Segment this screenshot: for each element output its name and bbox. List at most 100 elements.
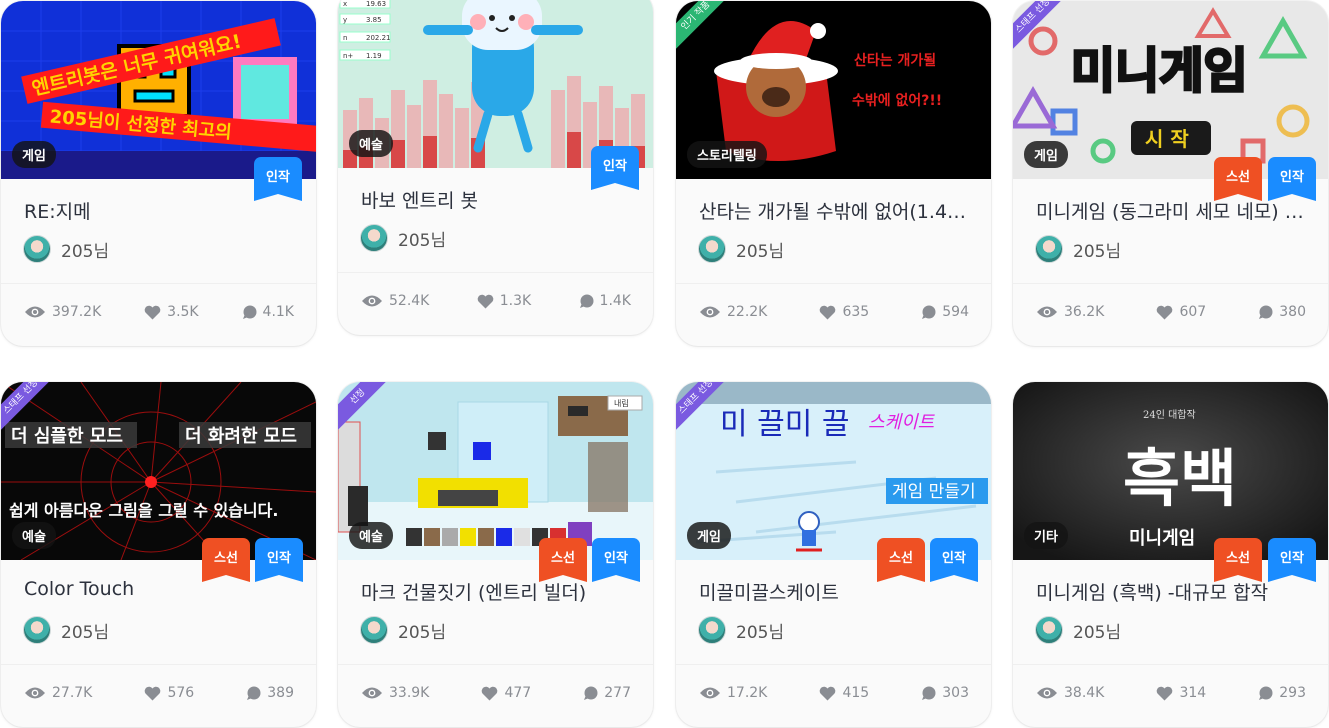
project-title[interactable]: RE:지메 bbox=[24, 197, 296, 224]
author[interactable]: 205님 bbox=[1035, 616, 1121, 644]
author[interactable]: 205님 bbox=[23, 616, 109, 644]
heart-icon bbox=[145, 686, 161, 700]
thumb-text: 미니게임 bbox=[1071, 43, 1248, 99]
thumb-text: 더 심플한 모드 bbox=[11, 426, 123, 447]
thumb-text: 스케이트 bbox=[868, 412, 936, 433]
original-work-badge: 인작 bbox=[254, 157, 302, 201]
author[interactable]: 205님 bbox=[360, 224, 446, 252]
divider bbox=[676, 283, 991, 284]
original-work-badge: 인작 bbox=[1268, 538, 1316, 582]
project-card[interactable]: 더 심플한 모드 더 화려한 모드 쉽게 아름다운 그림을 그릴 수 있습니다.… bbox=[1, 382, 316, 727]
author-name: 205님 bbox=[1073, 622, 1122, 643]
thumbnail-image[interactable]: 엔트리봇은 너무 귀여워요! 205님이 선정한 최고의 게임 bbox=[1, 1, 316, 179]
author[interactable]: 205님 bbox=[698, 616, 784, 644]
thumb-text: 쉽게 아름다운 그림을 그릴 수 있습니다. bbox=[9, 501, 278, 520]
project-title[interactable]: 미니게임 (흑백) -대규모 합작 bbox=[1036, 578, 1308, 605]
author[interactable]: 205님 bbox=[698, 235, 784, 263]
thumb-text: 미니게임 bbox=[1129, 528, 1195, 549]
thumb-text: n bbox=[343, 34, 347, 42]
project-stats: 397.2K 3.5K 4.1K bbox=[24, 304, 294, 320]
avatar bbox=[360, 224, 388, 252]
thumbnail-image[interactable]: x 19.63 y 3.85 n 202.21 n+ 1.19 예술 bbox=[338, 0, 653, 168]
author-name: 205님 bbox=[736, 241, 785, 262]
project-title[interactable]: 산타는 개가될 수밖에 없어(1.4.… bbox=[699, 197, 971, 224]
thumbnail-image[interactable]: 24인 대합작 흑백 미니게임 기타 bbox=[1013, 382, 1328, 560]
project-stats: 33.9K 477 277 bbox=[361, 685, 631, 701]
comment-count[interactable]: 293 bbox=[1258, 685, 1306, 701]
like-count[interactable]: 415 bbox=[819, 685, 869, 701]
heart-icon bbox=[1157, 305, 1173, 319]
heart-icon bbox=[820, 305, 836, 319]
staff-pick-badge: 스선 bbox=[202, 538, 250, 582]
thumbnail-image[interactable]: 산타는 개가될 수밖에 없어?!! 인기 작품 스토리텔링 bbox=[676, 1, 991, 179]
thumbnail-image[interactable]: 더 심플한 모드 더 화려한 모드 쉽게 아름다운 그림을 그릴 수 있습니다.… bbox=[1, 382, 316, 560]
thumb-text: 시 작 bbox=[1145, 127, 1189, 151]
thumbnail-image[interactable]: 미 끌미 끌 스케이트 게임 만들기 스태프 선정 게임 bbox=[676, 382, 991, 560]
project-card[interactable]: 엔트리봇은 너무 귀여워요! 205님이 선정한 최고의 게임 인작 RE:지메… bbox=[1, 1, 316, 346]
divider bbox=[338, 664, 653, 665]
comment-icon bbox=[922, 686, 936, 700]
category-badge: 게임 bbox=[687, 522, 731, 549]
project-card[interactable]: 미 끌미 끌 스케이트 게임 만들기 스태프 선정 게임 스선 인작 미끌미끌스… bbox=[676, 382, 991, 727]
thumb-text: 1.19 bbox=[366, 52, 382, 60]
project-title[interactable]: 바보 엔트리 봇 bbox=[361, 186, 633, 213]
comment-count[interactable]: 4.1K bbox=[242, 304, 294, 320]
comment-count[interactable]: 389 bbox=[246, 685, 294, 701]
author[interactable]: 205님 bbox=[1035, 235, 1121, 263]
heart-icon bbox=[1157, 686, 1173, 700]
thumbnail-image[interactable]: 미니게임 시 작 스태프 선정 게임 bbox=[1013, 1, 1328, 179]
project-card[interactable]: 산타는 개가될 수밖에 없어?!! 인기 작품 스토리텔링 산타는 개가될 수밖… bbox=[676, 1, 991, 346]
author[interactable]: 205님 bbox=[360, 616, 446, 644]
comment-count[interactable]: 277 bbox=[583, 685, 631, 701]
view-count: 17.2K bbox=[699, 685, 767, 701]
project-stats: 17.2K 415 303 bbox=[699, 685, 969, 701]
like-count[interactable]: 576 bbox=[144, 685, 194, 701]
comment-count[interactable]: 1.4K bbox=[579, 293, 631, 309]
thumb-text: y bbox=[343, 16, 347, 24]
divider bbox=[1013, 664, 1328, 665]
heart-icon bbox=[144, 305, 161, 319]
like-count[interactable]: 477 bbox=[481, 685, 531, 701]
project-title[interactable]: 미끌미끌스케이트 bbox=[699, 578, 971, 605]
comment-icon bbox=[584, 686, 598, 700]
project-stats: 38.4K 314 293 bbox=[1036, 685, 1306, 701]
heart-icon bbox=[477, 294, 494, 308]
like-count[interactable]: 314 bbox=[1156, 685, 1206, 701]
category-badge: 게임 bbox=[1024, 141, 1068, 168]
like-count[interactable]: 1.3K bbox=[477, 293, 531, 309]
category-badge: 예술 bbox=[349, 130, 393, 157]
thumb-text: 산타는 개가될 bbox=[854, 52, 936, 69]
view-count: 38.4K bbox=[1036, 685, 1104, 701]
view-count: 27.7K bbox=[24, 685, 92, 701]
project-card[interactable]: 내림 선정 예술 스선 인작 마크 건물짓기 (엔트리 빌더) 205님 33.… bbox=[338, 382, 653, 727]
comment-count[interactable]: 594 bbox=[921, 304, 969, 320]
like-count[interactable]: 607 bbox=[1156, 304, 1206, 320]
comment-count[interactable]: 303 bbox=[921, 685, 969, 701]
original-work-badge: 인작 bbox=[591, 146, 639, 190]
thumbnail-image[interactable]: 내림 선정 예술 bbox=[338, 382, 653, 560]
divider bbox=[1, 283, 316, 284]
project-card[interactable]: 미니게임 시 작 스태프 선정 게임 스선 인작 미니게임 (동그라미 세모 네… bbox=[1013, 1, 1328, 346]
view-count: 397.2K bbox=[24, 304, 101, 320]
project-card[interactable]: x 19.63 y 3.85 n 202.21 n+ 1.19 예술 인작 바보 엔트리… bbox=[338, 0, 653, 335]
author-name: 205님 bbox=[1073, 241, 1122, 262]
eye-icon bbox=[1037, 306, 1057, 318]
author[interactable]: 205님 bbox=[23, 235, 109, 263]
heart-icon bbox=[820, 686, 836, 700]
avatar bbox=[360, 616, 388, 644]
comment-icon bbox=[579, 294, 594, 308]
like-count[interactable]: 3.5K bbox=[144, 304, 199, 320]
thumb-text: n+ bbox=[343, 52, 353, 60]
divider bbox=[1, 664, 316, 665]
comment-count[interactable]: 380 bbox=[1258, 304, 1306, 320]
project-title[interactable]: Color Touch bbox=[24, 578, 296, 600]
original-work-badge: 인작 bbox=[930, 538, 978, 582]
like-count[interactable]: 635 bbox=[819, 304, 869, 320]
project-title[interactable]: 마크 건물짓기 (엔트리 빌더) bbox=[361, 578, 633, 605]
thumb-text: 3.85 bbox=[366, 16, 382, 24]
avatar bbox=[1035, 616, 1063, 644]
author-name: 205님 bbox=[61, 241, 110, 262]
project-card[interactable]: 24인 대합작 흑백 미니게임 기타 스선 인작 미니게임 (흑백) -대규모 … bbox=[1013, 382, 1328, 727]
original-work-badge: 인작 bbox=[592, 538, 640, 582]
project-title[interactable]: 미니게임 (동그라미 세모 네모) -… bbox=[1036, 197, 1308, 224]
